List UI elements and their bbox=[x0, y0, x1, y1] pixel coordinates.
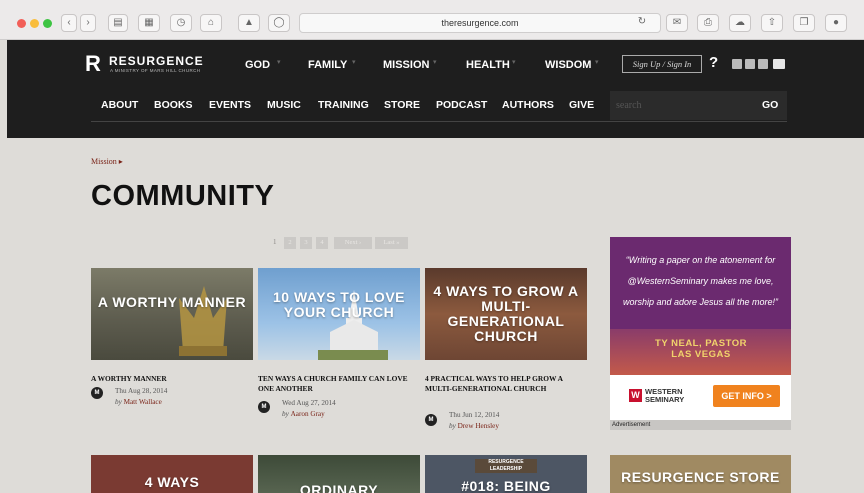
nav-health[interactable]: HEALTH bbox=[466, 59, 510, 71]
extension-icon[interactable]: ● bbox=[825, 14, 847, 32]
article-image-text: 4 WAYS bbox=[144, 474, 200, 490]
article-byline: by Aaron Gray bbox=[282, 410, 325, 418]
resurgence-logo-text[interactable]: RESURGENCE bbox=[109, 54, 204, 68]
zoom-window-button[interactable] bbox=[43, 19, 52, 28]
store-banner-text: RESURGENCE STORE bbox=[621, 469, 780, 485]
subnav-events[interactable]: EVENTS bbox=[209, 99, 251, 111]
rss-icon[interactable] bbox=[758, 59, 768, 69]
article-title[interactable]: TEN WAYS A CHURCH FAMILY CAN LOVE ONE AN… bbox=[258, 374, 418, 394]
nav-mission[interactable]: MISSION bbox=[383, 59, 429, 71]
screenshot-icon[interactable]: ◯ bbox=[268, 14, 290, 32]
subnav-music[interactable]: MUSIC bbox=[267, 99, 301, 111]
chevron-down-icon: ▾ bbox=[433, 59, 437, 66]
subnav-about[interactable]: ABOUT bbox=[101, 99, 138, 111]
ad-quote: “Writing a paper on the atonement for @W… bbox=[622, 255, 779, 307]
article-image-text: 4 WAYS TO GROW A MULTI-GENERATIONAL CHUR… bbox=[433, 283, 579, 344]
article-image[interactable]: ORDINARY bbox=[258, 455, 420, 493]
print-icon[interactable]: ⎙ bbox=[697, 14, 719, 32]
nav-god[interactable]: GOD bbox=[245, 59, 270, 71]
subnav-give[interactable]: GIVE bbox=[569, 99, 594, 111]
forward-icon[interactable]: › bbox=[80, 14, 96, 32]
article-image-text: A WORTHY MANNER bbox=[97, 294, 247, 310]
last-page-button[interactable]: Last » bbox=[375, 237, 408, 249]
ad-footer: W WESTERN SEMINARY GET INFO > bbox=[610, 375, 791, 420]
article-title[interactable]: A WORTHY MANNER bbox=[91, 374, 251, 384]
article-image-text: 10 WAYS TO LOVE YOUR CHURCH bbox=[273, 289, 405, 320]
close-window-button[interactable] bbox=[17, 19, 26, 28]
reload-icon[interactable]: ↻ bbox=[633, 14, 651, 32]
nav-wisdom[interactable]: WISDOM bbox=[545, 59, 591, 71]
article-image[interactable]: 4 WAYS bbox=[91, 455, 253, 493]
article-date: Wed Aug 27, 2014 bbox=[282, 399, 336, 407]
subnav-books[interactable]: BOOKS bbox=[154, 99, 193, 111]
resurgence-logo-mark[interactable]: R bbox=[85, 53, 101, 75]
article-title[interactable]: 4 PRACTICAL WAYS TO HELP GROW A MULTI-GE… bbox=[425, 374, 585, 394]
breadcrumb[interactable]: Mission ▸ bbox=[91, 157, 123, 166]
home-icon[interactable]: ⌂ bbox=[200, 14, 222, 32]
get-info-button[interactable]: GET INFO > bbox=[713, 385, 780, 407]
grid-icon[interactable]: ▦ bbox=[138, 14, 160, 32]
cloud-icon[interactable]: ☁ bbox=[729, 14, 751, 32]
article-image-text: #018: BEING bbox=[461, 478, 551, 493]
help-icon[interactable]: ? bbox=[709, 54, 718, 71]
history-icon[interactable]: ◷ bbox=[170, 14, 192, 32]
tabs-icon[interactable]: ❐ bbox=[793, 14, 815, 32]
ad-brand: WESTERN SEMINARY bbox=[645, 387, 685, 404]
back-icon[interactable]: ‹ bbox=[61, 14, 77, 32]
chevron-down-icon: ▾ bbox=[277, 59, 281, 66]
nav-family[interactable]: FAMILY bbox=[308, 59, 347, 71]
chevron-down-icon: ▾ bbox=[352, 59, 356, 66]
mars-hill-logo-icon: M bbox=[258, 401, 270, 413]
page-3-button[interactable]: 3 bbox=[300, 237, 312, 249]
sign-in-button[interactable]: Sign Up / Sign In bbox=[622, 55, 702, 73]
nav-divider bbox=[91, 121, 787, 122]
article-image-text: ORDINARY bbox=[299, 482, 379, 493]
article-image[interactable]: RESURGENCE LEADERSHIP #018: BEING bbox=[425, 455, 587, 493]
mars-hill-logo-icon: M bbox=[425, 414, 437, 426]
subnav-training[interactable]: TRAINING bbox=[318, 99, 369, 111]
search-input[interactable] bbox=[610, 91, 787, 120]
crown-icon bbox=[179, 286, 227, 356]
next-page-button[interactable]: Next › bbox=[334, 237, 372, 249]
article-author-link[interactable]: Drew Hensley bbox=[458, 422, 499, 430]
ad-signature: TY NEAL, PASTOR LAS VEGAS bbox=[655, 338, 747, 360]
share-icon[interactable]: ⇧ bbox=[761, 14, 783, 32]
logo-tagline: A MINISTRY OF MARS HILL CHURCH bbox=[110, 68, 201, 73]
minimize-window-button[interactable] bbox=[30, 19, 39, 28]
browser-toolbar: ‹ › ▤ ▦ ◷ ⌂ ▲ ◯ theresurgence.com ↻ ✉ ⎙ … bbox=[0, 0, 864, 40]
twitter-icon[interactable] bbox=[745, 59, 755, 69]
chevron-down-icon: ▾ bbox=[595, 59, 599, 66]
page-4-button[interactable]: 4 bbox=[316, 237, 328, 249]
article-author-link[interactable]: Matt Wallace bbox=[124, 398, 162, 406]
mail-icon[interactable]: ✉ bbox=[666, 14, 688, 32]
seminary-advertisement[interactable]: “Writing a paper on the atonement for @W… bbox=[610, 237, 791, 420]
sidebar-icon[interactable]: ▤ bbox=[108, 14, 128, 32]
subnav-authors[interactable]: AUTHORS bbox=[502, 99, 554, 111]
resurgence-store-banner[interactable]: RESURGENCE STORE bbox=[610, 455, 791, 493]
article-image-ten-ways[interactable]: 10 WAYS TO LOVE YOUR CHURCH bbox=[258, 268, 420, 360]
address-bar[interactable]: theresurgence.com bbox=[299, 13, 661, 33]
article-date: Thu Aug 28, 2014 bbox=[115, 387, 168, 395]
subnav-store[interactable]: STORE bbox=[384, 99, 420, 111]
article-byline: by Matt Wallace bbox=[115, 398, 162, 406]
article-date: Thu Jun 12, 2014 bbox=[449, 411, 500, 419]
western-seminary-logo-icon: W bbox=[629, 389, 642, 402]
search-go-button[interactable]: GO bbox=[762, 99, 778, 111]
facebook-icon[interactable] bbox=[732, 59, 742, 69]
article-byline: by Drew Hensley bbox=[449, 422, 499, 430]
page-2-button[interactable]: 2 bbox=[284, 237, 296, 249]
chevron-down-icon: ▾ bbox=[512, 59, 516, 66]
mars-hill-logo-icon: M bbox=[91, 387, 103, 399]
subnav-podcast[interactable]: PODCAST bbox=[436, 99, 487, 111]
leadership-badge: RESURGENCE LEADERSHIP bbox=[475, 459, 537, 473]
page-1: 1 bbox=[273, 238, 277, 246]
page-title: COMMUNITY bbox=[91, 180, 275, 212]
pin-icon[interactable]: ▲ bbox=[238, 14, 260, 32]
article-image-multi-generational[interactable]: 4 WAYS TO GROW A MULTI-GENERATIONAL CHUR… bbox=[425, 268, 587, 360]
article-author-link[interactable]: Aaron Gray bbox=[291, 410, 325, 418]
advertisement-label: Advertisement bbox=[610, 420, 791, 430]
article-image-worthy-manner[interactable]: A WORTHY MANNER bbox=[91, 268, 253, 360]
email-icon[interactable] bbox=[773, 59, 785, 69]
